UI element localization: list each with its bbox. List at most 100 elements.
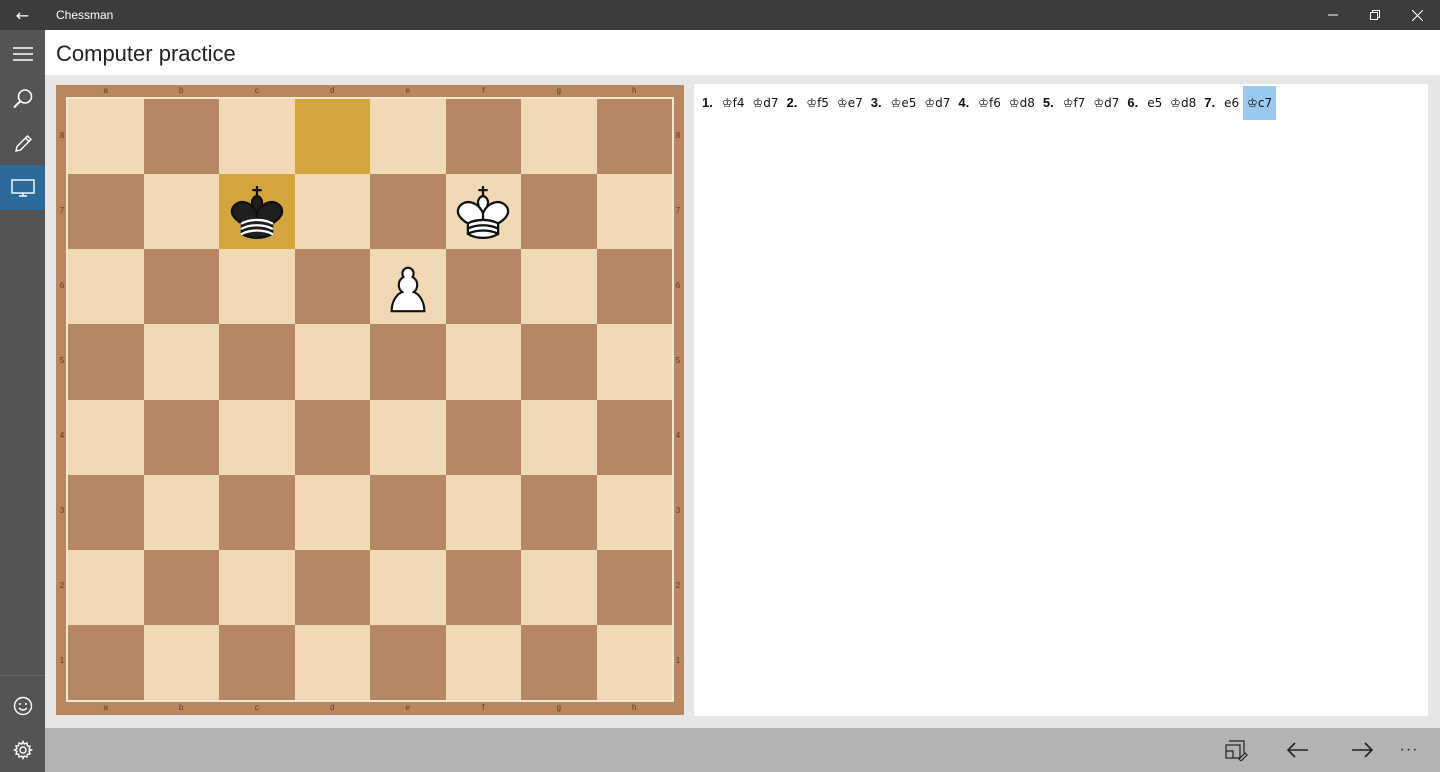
square-d6[interactable] (294, 249, 370, 325)
square-a3[interactable] (68, 474, 144, 550)
square-c8[interactable] (219, 99, 295, 175)
square-h8[interactable] (596, 99, 672, 175)
square-d8[interactable] (294, 99, 370, 175)
square-c1[interactable] (219, 624, 295, 700)
move-item[interactable]: ♔d8 (1005, 86, 1039, 120)
white-pawn-icon[interactable] (370, 249, 446, 324)
square-e1[interactable] (370, 624, 446, 700)
square-e4[interactable] (370, 399, 446, 475)
square-b7[interactable] (143, 174, 219, 250)
square-g5[interactable] (521, 324, 597, 400)
hamburger-menu-button[interactable] (0, 31, 45, 76)
square-h3[interactable] (596, 474, 672, 550)
square-f2[interactable] (445, 549, 521, 625)
back-button[interactable]: ← (0, 0, 45, 30)
move-item[interactable]: ♔f6 (974, 86, 1005, 120)
square-a7[interactable] (68, 174, 144, 250)
square-d3[interactable] (294, 474, 370, 550)
square-a6[interactable] (68, 249, 144, 325)
square-c3[interactable] (219, 474, 295, 550)
square-g4[interactable] (521, 399, 597, 475)
square-h4[interactable] (596, 399, 672, 475)
square-g1[interactable] (521, 624, 597, 700)
file-label-c: c (254, 703, 259, 712)
square-f8[interactable] (445, 99, 521, 175)
square-b1[interactable] (143, 624, 219, 700)
board-position-button[interactable] (1205, 728, 1267, 772)
square-g6[interactable] (521, 249, 597, 325)
square-h7[interactable] (596, 174, 672, 250)
square-f7[interactable] (445, 174, 522, 250)
square-d4[interactable] (294, 399, 370, 475)
square-c2[interactable] (219, 549, 295, 625)
move-item[interactable]: ♔f4 (718, 86, 749, 120)
more-ellipsis-icon: ··· (1399, 741, 1419, 758)
square-c4[interactable] (219, 399, 295, 475)
square-b5[interactable] (143, 324, 219, 400)
arrow-left-icon (1287, 742, 1308, 758)
square-b2[interactable] (143, 549, 219, 625)
square-c7[interactable] (219, 174, 295, 250)
square-d5[interactable] (294, 324, 370, 400)
square-f5[interactable] (445, 324, 521, 400)
file-label-g: g (556, 703, 561, 712)
square-a5[interactable] (68, 324, 144, 400)
square-c5[interactable] (219, 324, 295, 400)
square-h6[interactable] (596, 249, 672, 325)
move-item[interactable]: ♔e7 (833, 86, 867, 120)
square-f6[interactable] (445, 249, 521, 325)
square-e6[interactable] (370, 249, 446, 325)
square-e2[interactable] (370, 549, 446, 625)
move-item[interactable]: ♔f5 (802, 86, 833, 120)
nav-feedback-button[interactable] (0, 683, 45, 728)
move-item[interactable]: ♔f7 (1059, 86, 1090, 120)
square-g2[interactable] (521, 549, 597, 625)
square-a2[interactable] (68, 549, 144, 625)
move-item[interactable]: ♔d7 (1089, 86, 1123, 120)
previous-move-button[interactable] (1267, 728, 1329, 772)
more-button[interactable]: ··· (1385, 728, 1433, 772)
square-d1[interactable] (294, 624, 370, 700)
file-label-b: b (179, 703, 184, 712)
square-d7[interactable] (294, 174, 370, 250)
black-king-icon[interactable] (219, 174, 295, 249)
square-a8[interactable] (68, 99, 144, 175)
square-e7[interactable] (370, 174, 446, 250)
square-e3[interactable] (370, 474, 446, 550)
square-h5[interactable] (596, 324, 672, 400)
move-item[interactable]: ♔e5 (887, 86, 921, 120)
white-king-icon[interactable] (446, 174, 522, 249)
square-e8[interactable] (370, 99, 446, 175)
move-item[interactable]: ♔d7 (920, 86, 954, 120)
close-button[interactable] (1394, 0, 1440, 30)
square-h1[interactable] (596, 624, 672, 700)
square-e5[interactable] (370, 324, 446, 400)
nav-edit-button[interactable] (0, 121, 45, 166)
square-g8[interactable] (521, 99, 597, 175)
square-b3[interactable] (143, 474, 219, 550)
move-item[interactable]: e6 (1220, 86, 1243, 120)
square-f1[interactable] (445, 624, 521, 700)
square-a4[interactable] (68, 399, 144, 475)
nav-computer-practice-button[interactable] (0, 165, 45, 210)
move-item[interactable]: ♔d8 (1166, 86, 1200, 120)
square-f3[interactable] (445, 474, 521, 550)
square-f4[interactable] (445, 399, 521, 475)
nav-settings-button[interactable] (0, 727, 45, 772)
restore-button[interactable] (1352, 0, 1398, 30)
minimize-button[interactable] (1310, 0, 1356, 30)
nav-search-button[interactable] (0, 76, 45, 121)
square-b6[interactable] (143, 249, 219, 325)
square-h2[interactable] (596, 549, 672, 625)
move-item[interactable]: e5 (1143, 86, 1166, 120)
move-item-selected[interactable]: ♔c7 (1243, 86, 1277, 120)
square-g7[interactable] (521, 174, 597, 250)
square-c6[interactable] (219, 249, 295, 325)
square-g3[interactable] (521, 474, 597, 550)
next-move-button[interactable] (1331, 728, 1393, 772)
square-d2[interactable] (294, 549, 370, 625)
square-b8[interactable] (143, 99, 219, 175)
square-b4[interactable] (143, 399, 219, 475)
square-a1[interactable] (68, 624, 144, 700)
move-item[interactable]: ♔d7 (748, 86, 782, 120)
